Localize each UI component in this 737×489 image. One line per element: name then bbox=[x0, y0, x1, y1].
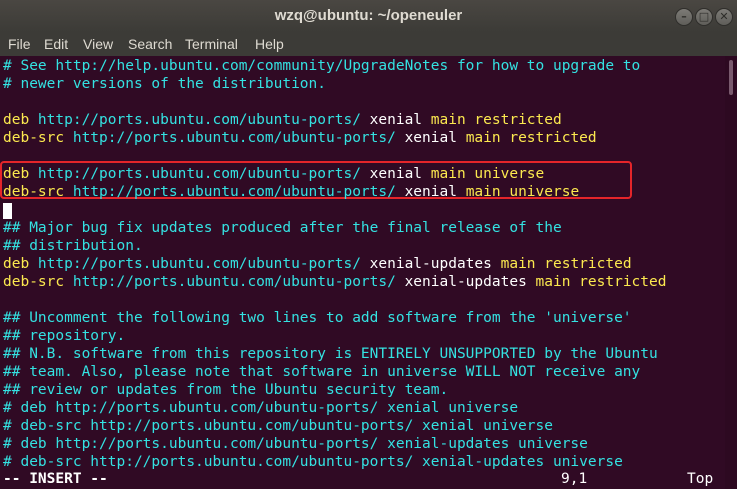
line-segment: ## repository. bbox=[3, 328, 126, 344]
line-segment: http://ports.ubuntu.com/ubuntu-ports/ bbox=[72, 274, 405, 290]
line-segment: http://ports.ubuntu.com/ubuntu-ports/ bbox=[37, 256, 370, 272]
line-segment: # See http://help.ubuntu.com/community/U… bbox=[3, 58, 641, 74]
line-segment: main restricted bbox=[430, 112, 562, 128]
scrollbar[interactable] bbox=[725, 56, 737, 489]
editor-line: ## team. Also, please note that software… bbox=[3, 363, 640, 381]
vim-mode-indicator: -- INSERT -- bbox=[3, 471, 108, 487]
line-segment: deb-src bbox=[3, 184, 73, 200]
line-segment: main restricted bbox=[500, 256, 632, 272]
line-segment: main restricted bbox=[535, 274, 667, 290]
line-segment: deb bbox=[3, 166, 38, 182]
terminal-editor[interactable]: -- INSERT -- 9,1 Top # See http://help.u… bbox=[0, 56, 725, 489]
scrollbar-thumb[interactable] bbox=[729, 60, 733, 95]
menu-edit[interactable]: Edit bbox=[44, 36, 68, 52]
editor-line: ## distribution. bbox=[3, 237, 143, 255]
line-segment: main restricted bbox=[465, 130, 597, 146]
line-segment: deb-src bbox=[3, 130, 73, 146]
line-segment: http://ports.ubuntu.com/ubuntu-ports/ bbox=[72, 130, 405, 146]
editor-line: # deb-src http://ports.ubuntu.com/ubuntu… bbox=[3, 453, 623, 471]
maximize-icon[interactable]: □ bbox=[695, 8, 713, 26]
line-segment: main universe bbox=[430, 166, 545, 182]
window-title: wzq@ubuntu: ~/openeuler bbox=[274, 7, 463, 24]
line-segment: xenial-updates bbox=[369, 256, 501, 272]
line-segment: ## team. Also, please note that software… bbox=[3, 364, 641, 380]
editor-line: ## Uncomment the following two lines to … bbox=[3, 309, 632, 327]
editor-line: ## review or updates from the Ubuntu sec… bbox=[3, 381, 448, 399]
line-segment: xenial bbox=[369, 112, 431, 128]
editor-line: # See http://help.ubuntu.com/community/U… bbox=[3, 57, 640, 75]
line-segment: xenial bbox=[369, 166, 431, 182]
editor-line: ## N.B. software from this repository is… bbox=[3, 345, 658, 363]
menu-view[interactable]: View bbox=[83, 36, 113, 52]
scroll-position: Top bbox=[687, 471, 714, 487]
menu-terminal[interactable]: Terminal bbox=[185, 36, 238, 52]
editor-line: ## repository. bbox=[3, 327, 125, 345]
menu-help[interactable]: Help bbox=[255, 36, 284, 52]
text-cursor bbox=[3, 203, 12, 219]
menu-file[interactable]: File bbox=[8, 36, 31, 52]
line-segment: ## review or updates from the Ubuntu sec… bbox=[3, 382, 449, 398]
line-segment: http://ports.ubuntu.com/ubuntu-ports/ bbox=[37, 166, 370, 182]
line-segment: http://ports.ubuntu.com/ubuntu-ports/ bbox=[72, 184, 405, 200]
menu-search[interactable]: Search bbox=[128, 36, 172, 52]
editor-line: deb-src http://ports.ubuntu.com/ubuntu-p… bbox=[3, 183, 579, 201]
line-segment: # deb http://ports.ubuntu.com/ubuntu-por… bbox=[3, 400, 519, 416]
line-segment: # deb http://ports.ubuntu.com/ubuntu-por… bbox=[3, 436, 588, 452]
editor-line: deb-src http://ports.ubuntu.com/ubuntu-p… bbox=[3, 129, 597, 147]
line-segment: deb bbox=[3, 256, 38, 272]
line-segment: ## Major bug fix updates produced after … bbox=[3, 220, 562, 236]
minimize-icon[interactable]: – bbox=[675, 8, 693, 26]
cursor-position: 9,1 bbox=[561, 471, 588, 487]
editor-line: deb-src http://ports.ubuntu.com/ubuntu-p… bbox=[3, 273, 666, 291]
editor-line: # deb http://ports.ubuntu.com/ubuntu-por… bbox=[3, 399, 518, 417]
line-segment: xenial bbox=[404, 130, 466, 146]
line-segment: deb-src bbox=[3, 274, 73, 290]
line-segment: main universe bbox=[465, 184, 580, 200]
editor-line: ## Major bug fix updates produced after … bbox=[3, 219, 562, 237]
line-segment: # deb-src http://ports.ubuntu.com/ubuntu… bbox=[3, 418, 553, 434]
editor-line: # newer versions of the distribution. bbox=[3, 75, 326, 93]
line-segment: ## N.B. software from this repository is… bbox=[3, 346, 658, 362]
editor-line: # deb http://ports.ubuntu.com/ubuntu-por… bbox=[3, 435, 588, 453]
line-segment: xenial-updates bbox=[404, 274, 536, 290]
line-segment: http://ports.ubuntu.com/ubuntu-ports/ bbox=[37, 112, 370, 128]
close-icon[interactable]: ✕ bbox=[715, 8, 733, 26]
line-segment: ## distribution. bbox=[3, 238, 143, 254]
line-segment: ## Uncomment the following two lines to … bbox=[3, 310, 632, 326]
editor-line: # deb-src http://ports.ubuntu.com/ubuntu… bbox=[3, 417, 553, 435]
editor-line: deb http://ports.ubuntu.com/ubuntu-ports… bbox=[3, 111, 562, 129]
line-segment: xenial bbox=[404, 184, 466, 200]
editor-line: deb http://ports.ubuntu.com/ubuntu-ports… bbox=[3, 165, 544, 183]
editor-line: deb http://ports.ubuntu.com/ubuntu-ports… bbox=[3, 255, 632, 273]
menu-bar: File Edit View Search Terminal Help bbox=[0, 32, 737, 56]
title-bar: wzq@ubuntu: ~/openeuler – □ ✕ bbox=[0, 0, 737, 32]
line-segment: # deb-src http://ports.ubuntu.com/ubuntu… bbox=[3, 454, 623, 470]
line-segment: # newer versions of the distribution. bbox=[3, 76, 327, 92]
line-segment: deb bbox=[3, 112, 38, 128]
